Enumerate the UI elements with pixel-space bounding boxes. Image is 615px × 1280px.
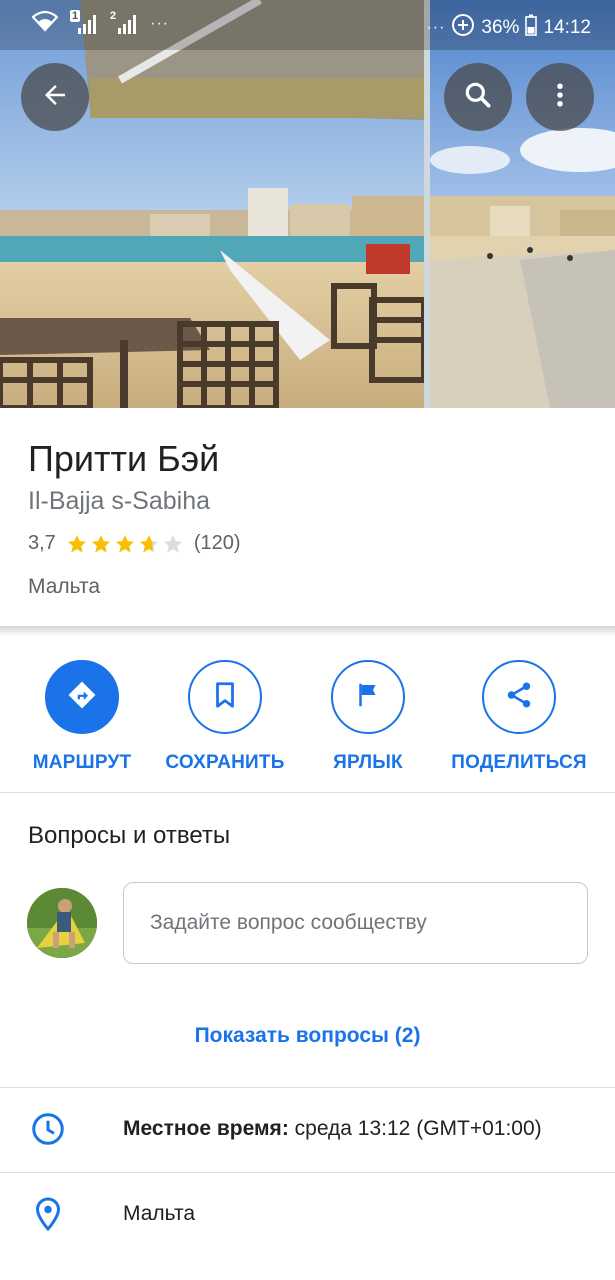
notification-dots: ··· [150,14,169,32]
share-icon [504,680,534,715]
place-info-card: Притти Бэй Il-Bajja s-Sabiha 3,7 (120) М… [0,408,615,626]
save-label: СОХРАНИТЬ [165,752,285,773]
avatar[interactable] [27,888,97,958]
star-icon [163,534,182,553]
status-dots: ··· [426,19,446,36]
place-region: Мальта [28,575,101,598]
save-circle [188,660,262,734]
place-pin-icon [30,1196,66,1232]
rating-row[interactable]: 3,7 (120) [28,532,241,555]
ask-question-input[interactable] [123,882,588,964]
label-button[interactable]: ЯРЛЫК [293,660,443,774]
search-button[interactable] [444,63,512,131]
star-icon [139,534,158,553]
photo-beach-cafe[interactable] [0,0,424,408]
local-time-text: Местное время: среда 13:12 (GMT+01:00) [123,1117,542,1141]
local-time-row[interactable]: Местное время: среда 13:12 (GMT+01:00) [0,1089,615,1173]
arrow-back-icon [40,80,70,115]
wifi-icon [31,10,59,37]
location-row[interactable]: Мальта [0,1174,615,1258]
place-title: Притти Бэй [28,438,220,479]
rating-value: 3,7 [28,532,56,554]
signal-sim2-icon: 2 [110,9,138,36]
data-saver-icon [451,13,475,43]
sim2-badge: 2 [110,9,117,22]
back-button[interactable] [21,63,89,131]
rating-stars [66,533,184,555]
more-options-button[interactable] [526,63,594,131]
signal-sim1-icon: 1 [70,9,98,36]
status-bar: 1 2 ··· ··· 36% 14:12 [0,0,615,50]
card-divider-shadow [0,626,615,636]
sim1-badge: 1 [70,9,81,22]
star-icon [67,534,86,553]
more-vert-icon [545,80,575,115]
divider [0,1087,615,1088]
directions-label: МАРШРУТ [32,752,132,773]
action-bar: МАРШРУТ СОХРАНИТЬ ЯРЛЫК ПОДЕЛИТЬСЯ [0,636,615,792]
review-count: (120) [193,532,241,554]
star-icon [91,534,110,553]
star-icon [115,534,134,553]
save-button[interactable]: СОХРАНИТЬ [150,660,300,774]
local-time-label: Местное время: [123,1117,289,1140]
label-label: ЯРЛЫК [333,752,403,773]
directions-button[interactable]: МАРШРУТ [7,660,157,774]
share-circle [482,660,556,734]
battery-icon [525,14,538,42]
search-icon [462,79,494,116]
flag-icon [353,680,383,715]
bookmark-icon [210,680,240,715]
place-subtitle: Il-Bajja s-Sabiha [28,487,211,515]
share-label: ПОДЕЛИТЬСЯ [451,752,587,773]
share-button[interactable]: ПОДЕЛИТЬСЯ [444,660,594,774]
clock: 14:12 [543,17,591,38]
label-circle [331,660,405,734]
qa-heading: Вопросы и ответы [28,822,231,849]
divider [0,1172,615,1173]
local-time-value: среда 13:12 (GMT+01:00) [288,1117,542,1140]
battery-percent: 36% [481,17,520,38]
directions-circle [45,660,119,734]
location-text: Мальта [123,1202,196,1225]
photo-gallery[interactable] [0,0,615,408]
photo-beach-promenade[interactable] [430,0,615,408]
divider [0,792,615,793]
clock-icon [30,1111,66,1147]
show-questions-link[interactable]: Показать вопросы (2) [0,1024,615,1048]
directions-icon [65,678,99,717]
